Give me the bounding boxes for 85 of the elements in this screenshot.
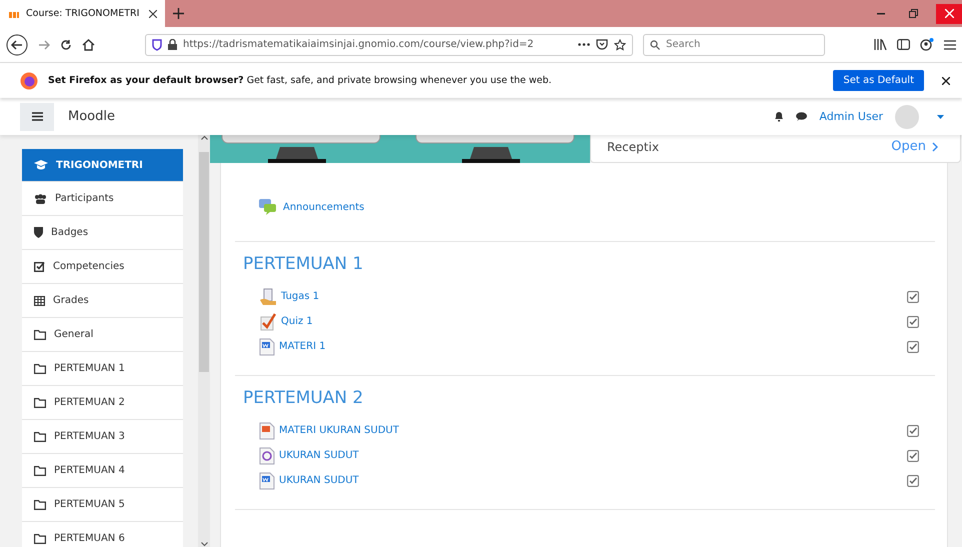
chat-bubble-icon[interactable] (796, 112, 808, 121)
shield-icon (34, 227, 43, 238)
set-default-button[interactable]: Set as Default (833, 70, 924, 91)
sidebar-item[interactable]: PERTEMUAN 6 (22, 522, 183, 547)
graduation-cap-icon (34, 160, 48, 170)
bell-icon[interactable] (774, 111, 784, 122)
checkbox-icon (34, 261, 45, 272)
notification-text: Set Firefox as your default browser? Get fast, safe, and private browsing whenever you use the web. (48, 75, 552, 86)
star-icon[interactable] (614, 38, 626, 50)
speech-bubbles-icon (259, 199, 277, 215)
powerpoint-document-icon (259, 422, 275, 440)
completion-checkbox[interactable] (907, 424, 919, 436)
firefox-logo-icon (20, 72, 38, 90)
completion-checkbox[interactable] (907, 290, 919, 302)
table-icon (34, 296, 45, 306)
site-name[interactable]: Moodle (68, 109, 762, 124)
folder-icon (34, 364, 46, 374)
completion-checkbox[interactable] (907, 340, 919, 352)
menu-icon (32, 112, 42, 121)
folder-icon (34, 466, 46, 476)
sidebar-item[interactable]: General (22, 318, 183, 352)
completion-checkbox[interactable] (907, 450, 919, 462)
minimize-icon[interactable] (877, 12, 885, 14)
menu-icon[interactable] (944, 40, 956, 50)
home-icon[interactable] (82, 38, 95, 50)
back-icon[interactable] (6, 34, 28, 56)
scroll-down-icon[interactable] (200, 542, 208, 547)
sidebar-item[interactable]: PERTEMUAN 1 (22, 352, 183, 386)
announcements-link[interactable]: Announcements (283, 202, 364, 212)
sidebar-item[interactable]: TRIGONOMETRI (22, 149, 183, 182)
search-icon (650, 40, 660, 50)
sidebar-item[interactable]: PERTEMUAN 2 (22, 386, 183, 420)
scrollbar-thumb[interactable] (199, 152, 209, 372)
sidebar-item[interactable]: Grades (22, 284, 183, 318)
sidebar-icon[interactable] (897, 39, 910, 50)
window-close-button[interactable] (936, 4, 962, 24)
close-icon[interactable] (149, 10, 157, 18)
folder-icon (34, 500, 46, 510)
forward-icon[interactable] (38, 38, 50, 50)
tab-title: Course: TRIGONOMETRI (26, 8, 140, 19)
new-tab-icon[interactable] (172, 8, 184, 19)
activity-link[interactable]: MATERI UKURAN SUDUT (279, 425, 399, 436)
shield-icon (152, 38, 162, 50)
address-field[interactable]: https://tadrismatematikaiaimsinjai.gnomio.com/course/view.php?id=2 (145, 34, 633, 56)
sidebar-item[interactable]: PERTEMUAN 5 (22, 488, 183, 522)
activity-link[interactable]: UKURAN SUDUT (279, 475, 359, 486)
media-document-icon (259, 446, 275, 464)
scroll-up-icon[interactable] (200, 135, 208, 140)
close-icon[interactable] (942, 76, 950, 84)
caret-icon[interactable] (937, 114, 944, 118)
sidebar-item[interactable]: Badges (22, 216, 183, 250)
folder-icon (34, 534, 46, 544)
account-icon[interactable] (920, 38, 934, 51)
checkmark-document-icon (259, 312, 277, 330)
completion-checkbox[interactable] (907, 474, 919, 486)
close-icon (944, 9, 954, 18)
browser-tab[interactable]: Course: TRIGONOMETRI (0, 0, 165, 27)
user-name[interactable]: Admin User (819, 110, 883, 123)
sidebar-item[interactable]: PERTEMUAN 4 (22, 454, 183, 488)
completion-checkbox[interactable] (907, 316, 919, 328)
folder-icon (34, 330, 46, 340)
activity-link[interactable]: UKURAN SUDUT (279, 450, 359, 461)
more-icon[interactable] (578, 43, 590, 46)
activity-link[interactable]: Quiz 1 (281, 316, 313, 327)
menu-button[interactable] (20, 102, 54, 130)
reload-icon[interactable] (60, 38, 72, 50)
restore-icon[interactable] (908, 9, 918, 18)
sidebar-item[interactable]: Participants (22, 182, 183, 216)
chevron-right-icon (932, 142, 938, 152)
pocket-icon[interactable] (596, 39, 608, 50)
word-document-icon (259, 472, 275, 490)
library-icon[interactable] (874, 39, 887, 50)
activity-link[interactable]: Tugas 1 (281, 291, 320, 302)
moodle-logo-icon (8, 9, 20, 18)
advertiser-name: Receptix (607, 140, 659, 154)
word-document-icon (259, 338, 275, 356)
folder-icon (34, 432, 46, 442)
lock-icon (168, 39, 177, 50)
search-field[interactable]: Search (643, 34, 825, 56)
people-icon (34, 194, 47, 204)
document-hand-icon (259, 288, 277, 306)
sidebar-item[interactable]: PERTEMUAN 3 (22, 420, 183, 454)
sidebar-item[interactable]: Competencies (22, 250, 183, 284)
activity-link[interactable]: MATERI 1 (279, 341, 326, 352)
folder-icon (34, 398, 46, 408)
